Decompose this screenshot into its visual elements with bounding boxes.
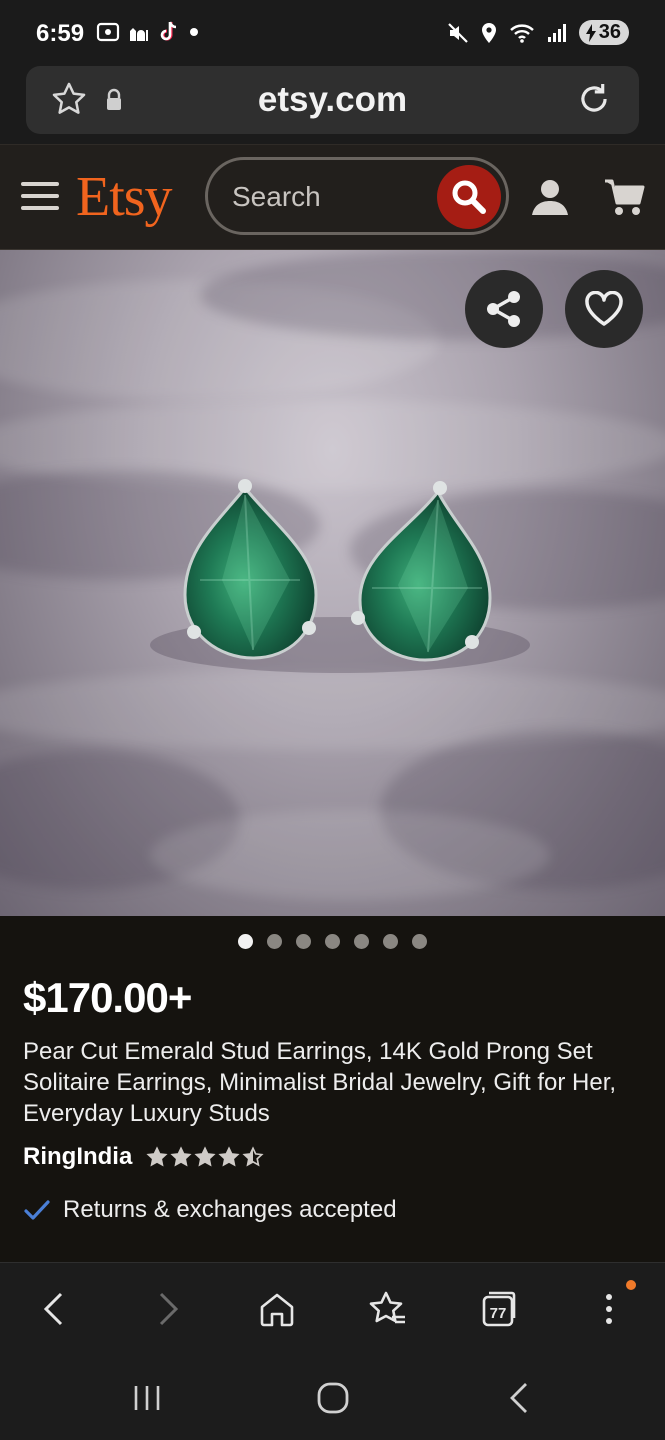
star-half-icon: [242, 1146, 264, 1167]
url-text[interactable]: etsy.com: [26, 80, 639, 120]
checkmark-icon: [24, 1200, 50, 1220]
star-rating: [146, 1146, 264, 1168]
system-nav-bar: [0, 1354, 665, 1440]
menu-icon[interactable]: [21, 180, 61, 212]
signal-icon: [547, 23, 566, 42]
home-circle-icon: [317, 1382, 349, 1414]
star-full-icon: [194, 1146, 216, 1167]
star-full-icon: [218, 1146, 240, 1167]
search-bar[interactable]: [205, 157, 509, 235]
pagination-dot[interactable]: [354, 934, 369, 949]
charging-icon: [585, 23, 596, 42]
image-pagination: [0, 934, 665, 949]
bookmarks-star-icon: [369, 1291, 405, 1324]
star-full-icon: [170, 1146, 192, 1167]
heart-icon: [585, 291, 623, 326]
product-price: $170.00+: [23, 974, 192, 1021]
status-notification-icons: [96, 20, 201, 44]
star-full-icon: [146, 1146, 168, 1167]
home-nav-button[interactable]: [311, 1376, 355, 1420]
favorite-button[interactable]: [565, 270, 643, 348]
more-vertical-icon: [606, 1294, 612, 1324]
battery-level: 36: [598, 21, 621, 43]
mosque-icon: [130, 28, 148, 41]
browser-toolbar: etsy.com: [0, 56, 665, 144]
pagination-dot[interactable]: [412, 934, 427, 949]
search-icon: [452, 180, 486, 214]
notification-dot: [626, 1280, 636, 1290]
address-bar[interactable]: etsy.com: [26, 66, 639, 134]
bookmarks-button[interactable]: [366, 1287, 410, 1331]
back-nav-button[interactable]: [497, 1376, 541, 1420]
returns-text: Returns & exchanges accepted: [63, 1196, 397, 1223]
product-image[interactable]: [0, 250, 665, 916]
status-system-icons: 36: [447, 20, 629, 45]
share-icon: [487, 291, 520, 327]
tabs-button[interactable]: 77: [476, 1287, 520, 1331]
pagination-dot[interactable]: [325, 934, 340, 949]
location-icon: [481, 22, 496, 43]
share-button[interactable]: [465, 270, 543, 348]
home-icon: [260, 1293, 294, 1327]
shop-name[interactable]: RingIndia: [23, 1143, 132, 1171]
dot-icon: [190, 28, 198, 36]
account-icon[interactable]: [530, 177, 570, 217]
tiktok-icon: [160, 21, 177, 41]
forward-button[interactable]: [146, 1287, 190, 1331]
browser-nav-bar: 77: [0, 1262, 665, 1355]
returns-info: Returns & exchanges accepted: [23, 1196, 397, 1224]
pagination-dot[interactable]: [238, 934, 253, 949]
site-header: Etsy: [0, 144, 665, 252]
more-menu-button[interactable]: [587, 1287, 631, 1331]
etsy-logo[interactable]: Etsy: [76, 165, 173, 229]
search-button[interactable]: [437, 165, 501, 229]
recents-icon: [134, 1386, 160, 1410]
earrings-photo: [150, 479, 530, 673]
pagination-dot[interactable]: [383, 934, 398, 949]
status-time: 6:59: [36, 20, 85, 47]
pagination-dot[interactable]: [296, 934, 311, 949]
back-arrow-icon: [510, 1383, 527, 1413]
product-title: Pear Cut Emerald Stud Earrings, 14K Gold…: [23, 1038, 617, 1127]
home-button[interactable]: [255, 1287, 299, 1331]
tabs-icon: 77: [482, 1291, 516, 1327]
battery-indicator: 36: [578, 20, 629, 45]
chevron-left-icon: [43, 1292, 63, 1326]
cart-icon[interactable]: [603, 177, 645, 217]
recents-button[interactable]: [125, 1376, 169, 1420]
back-button[interactable]: [32, 1287, 76, 1331]
wifi-icon: [509, 23, 534, 43]
tabs-count: 77: [490, 1305, 507, 1322]
chevron-right-icon: [159, 1292, 179, 1326]
pagination-dot[interactable]: [267, 934, 282, 949]
shop-info: RingIndia: [23, 1143, 264, 1171]
mute-icon: [447, 22, 468, 43]
screenshot-icon: [96, 22, 120, 42]
search-input[interactable]: [230, 176, 434, 218]
reload-icon[interactable]: [575, 80, 613, 118]
